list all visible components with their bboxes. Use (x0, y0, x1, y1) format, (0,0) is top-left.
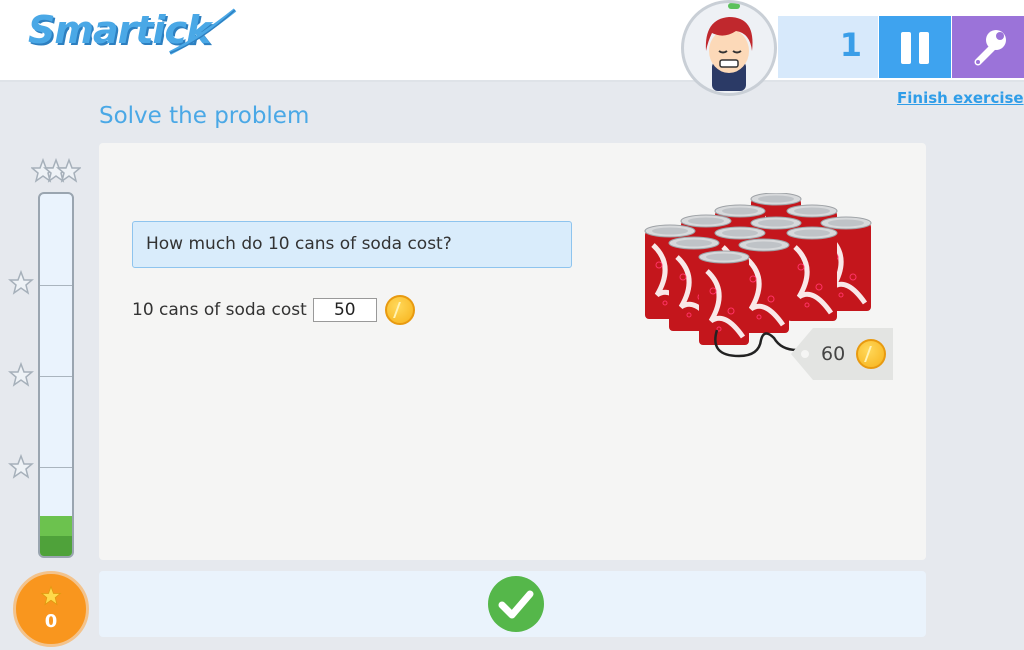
wrench-icon (974, 30, 1006, 66)
top-stars-icon (31, 157, 81, 183)
meter-tick (40, 285, 72, 286)
question-box: How much do 10 cans of soda cost? (132, 221, 572, 268)
soda-can (786, 226, 838, 321)
exercise-card: How much do 10 cans of soda cost? 10 can… (99, 143, 926, 560)
star-icon (40, 585, 62, 606)
pause-icon (901, 32, 911, 64)
page-title: Solve the problem (99, 103, 310, 129)
pause-button[interactable] (879, 16, 951, 78)
progress-meter (38, 192, 74, 558)
avatar-face-icon (705, 17, 753, 91)
star-icon (8, 362, 34, 387)
stars-earned-badge: 0 (13, 571, 89, 647)
stars-earned-count: 0 (44, 611, 58, 632)
logo-swoosh-icon (169, 8, 237, 55)
answer-row: 10 cans of soda cost (132, 295, 415, 325)
tools-button[interactable] (952, 16, 1024, 78)
user-avatar[interactable] (681, 0, 777, 96)
price-tag-value: 60 (821, 343, 846, 365)
score-value: 1 (839, 26, 862, 64)
finish-exercise-link[interactable]: Finish exercise (897, 89, 1024, 107)
star-icon (8, 270, 34, 295)
coin-icon (384, 295, 415, 325)
pause-icon-bar (919, 32, 929, 64)
meter-tick (40, 467, 72, 468)
submit-answer-button[interactable] (488, 576, 544, 632)
score-display: 1 (778, 16, 878, 78)
answer-input[interactable] (312, 298, 377, 322)
question-text: How much do 10 cans of soda cost? (146, 234, 452, 254)
bottom-bar (99, 571, 926, 637)
answer-label: 10 cans of soda cost (132, 300, 307, 320)
meter-fill (40, 516, 72, 556)
meter-tick (40, 376, 72, 377)
checkmark-icon (498, 590, 534, 619)
coin-icon (856, 339, 886, 369)
star-icon (8, 454, 34, 479)
